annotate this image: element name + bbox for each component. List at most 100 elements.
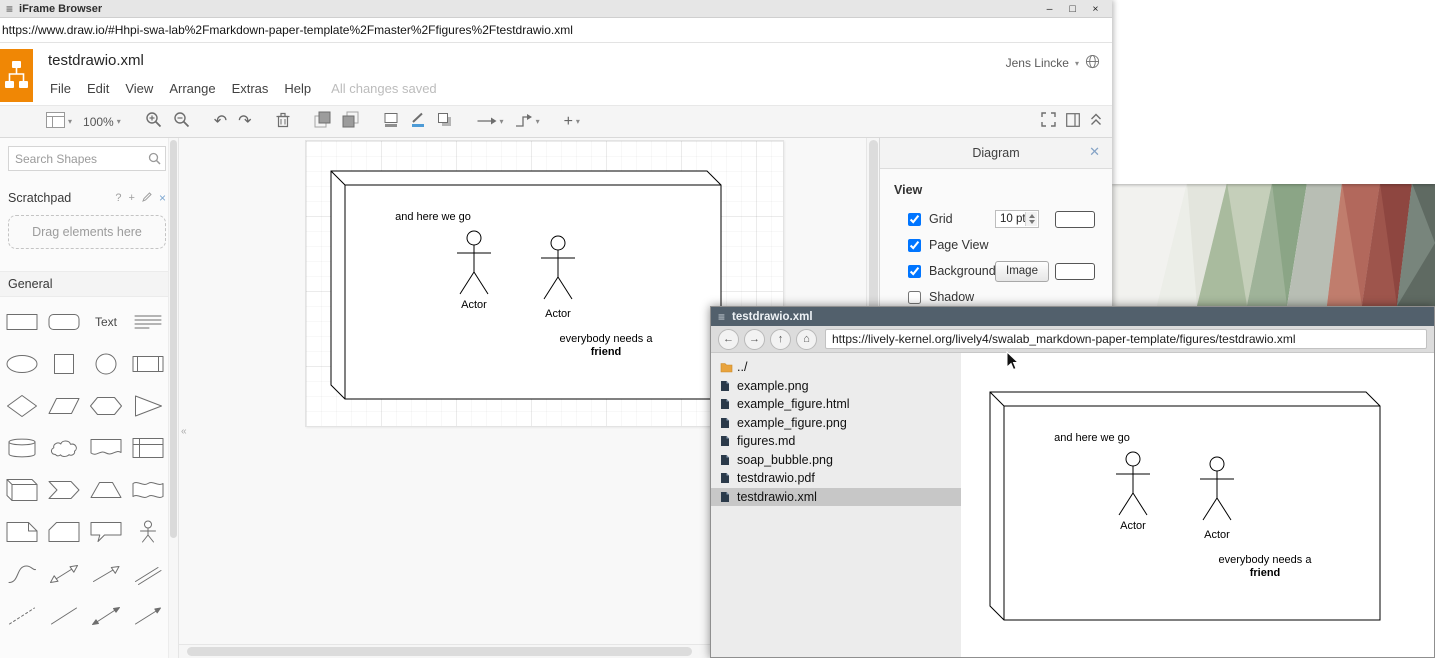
delete-button[interactable] [276,112,290,132]
scratchpad-edit-icon[interactable] [142,192,152,205]
zoom-in-button[interactable] [145,111,162,132]
nav-home-button[interactable]: ⌂ [796,329,817,350]
shape-dashed-line[interactable] [1,595,43,637]
line-color-button[interactable] [410,112,426,132]
shape-step[interactable] [43,469,85,511]
to-front-button[interactable] [314,111,331,132]
page-view-checkbox[interactable] [908,239,921,252]
nav-forward-button[interactable]: → [744,329,765,350]
redo-button[interactable]: ↷ [238,114,251,130]
fullscreen-button[interactable] [1041,112,1056,131]
shape-internal-storage[interactable] [127,427,169,469]
sidebar-scrollbar-thumb[interactable] [170,140,177,538]
undo-button[interactable]: ↶ [214,114,227,130]
shape-textbox[interactable] [127,301,169,343]
shape-hexagon[interactable] [85,385,127,427]
menu-arrange[interactable]: Arrange [161,79,223,98]
language-globe-icon[interactable] [1085,54,1100,72]
shape-rounded-rectangle[interactable] [43,301,85,343]
shape-cloud[interactable] [43,427,85,469]
shape-actor[interactable] [127,511,169,553]
to-back-button[interactable] [342,111,359,132]
menu-edit[interactable]: Edit [79,79,117,98]
file-item-example.png[interactable]: example.png [711,377,961,396]
shape-bidirectional-connector[interactable] [85,595,127,637]
hamburger-icon[interactable]: ≡ [718,310,725,324]
shape-trapezoid[interactable] [85,469,127,511]
shape-bidirectional-arrow[interactable] [43,553,85,595]
shadow-button[interactable] [437,112,453,132]
shape-process[interactable] [127,343,169,385]
waypoints-button[interactable]: ▾ [515,113,540,131]
nav-up-button[interactable]: ↑ [770,329,791,350]
scratchpad-add-icon[interactable]: + [129,193,135,204]
shape-parallelogram[interactable] [43,385,85,427]
shape-text[interactable]: Text [85,301,127,343]
connection-button[interactable]: ▾ [477,114,504,130]
shape-cylinder[interactable] [1,427,43,469]
shape-link[interactable] [127,553,169,595]
sidebar-scrollbar[interactable] [168,138,178,658]
user-menu-caret-icon[interactable]: ▾ [1075,59,1079,68]
shape-square[interactable] [43,343,85,385]
background-image-button[interactable]: Image [995,261,1049,282]
menu-help[interactable]: Help [276,79,319,98]
shape-card[interactable] [43,511,85,553]
shape-rectangle[interactable] [1,301,43,343]
zoom-out-button[interactable] [173,111,190,132]
canvas-hscroll-thumb[interactable] [187,647,692,656]
fill-color-button[interactable] [383,112,399,132]
url-bar[interactable]: https://www.draw.io/#Hhpi-swa-lab%2Fmark… [0,18,1112,43]
tab-diagram[interactable]: Diagram [972,146,1019,160]
nav-back-button[interactable]: ← [718,329,739,350]
shape-circle[interactable] [85,343,127,385]
shape-arrow[interactable] [85,553,127,595]
insert-button[interactable]: +▾ [564,114,580,130]
shape-note[interactable] [1,511,43,553]
scratchpad-drop-area[interactable]: Drag elements here [8,215,166,249]
diagram-cube[interactable]: and here we go Actor Actor everybody nee… [330,170,722,400]
file-item-soap-bubble.png[interactable]: soap_bubble.png [711,451,961,470]
background-checkbox[interactable] [908,265,921,278]
shape-callout[interactable] [85,511,127,553]
shape-cube[interactable] [1,469,43,511]
shape-ellipse[interactable] [1,343,43,385]
panel-close-icon[interactable]: ✕ [1089,144,1100,160]
menu-extras[interactable]: Extras [224,79,277,98]
shape-document[interactable] [85,427,127,469]
file-item-example-figure.png[interactable]: example_figure.png [711,414,961,433]
file-item-example-figure.html[interactable]: example_figure.html [711,395,961,414]
close-button[interactable]: × [1089,3,1102,15]
minimize-button[interactable]: – [1043,3,1056,15]
search-input[interactable] [8,146,166,171]
drawio-logo-icon[interactable] [0,49,33,102]
grid-color-button[interactable] [1055,211,1095,228]
user-name[interactable]: Jens Lincke [1006,56,1069,70]
section-general[interactable]: General [0,271,178,297]
sidebar-collapse-handle[interactable]: « [181,426,186,437]
shape-tape[interactable] [127,469,169,511]
shape-curve[interactable] [1,553,43,595]
shape-line[interactable] [43,595,85,637]
file-item-..-[interactable]: ../ [711,358,961,377]
grid-size-input[interactable]: 10 pt [995,210,1039,228]
collapse-button[interactable] [1090,113,1102,130]
shape-diamond[interactable] [1,385,43,427]
shape-triangle[interactable] [127,385,169,427]
grid-size-stepper[interactable] [1025,212,1037,226]
file-item-testdrawio.pdf[interactable]: testdrawio.pdf [711,469,961,488]
scratchpad-help-icon[interactable]: ? [115,193,121,204]
scratchpad-close-icon[interactable]: × [159,192,166,204]
maximize-button[interactable]: □ [1066,3,1079,15]
page-view-button[interactable]: ▾ [46,112,72,132]
hamburger-icon[interactable]: ≡ [6,2,13,16]
zoom-button[interactable]: 100%▾ [83,116,121,128]
grid-checkbox[interactable] [908,213,921,226]
background-color-button[interactable] [1055,263,1095,280]
file-item-testdrawio.xml[interactable]: testdrawio.xml [711,488,961,507]
format-button[interactable] [1066,113,1080,131]
shadow-checkbox[interactable] [908,291,921,304]
menu-view[interactable]: View [117,79,161,98]
menu-file[interactable]: File [42,79,79,98]
shape-directional-connector[interactable] [127,595,169,637]
